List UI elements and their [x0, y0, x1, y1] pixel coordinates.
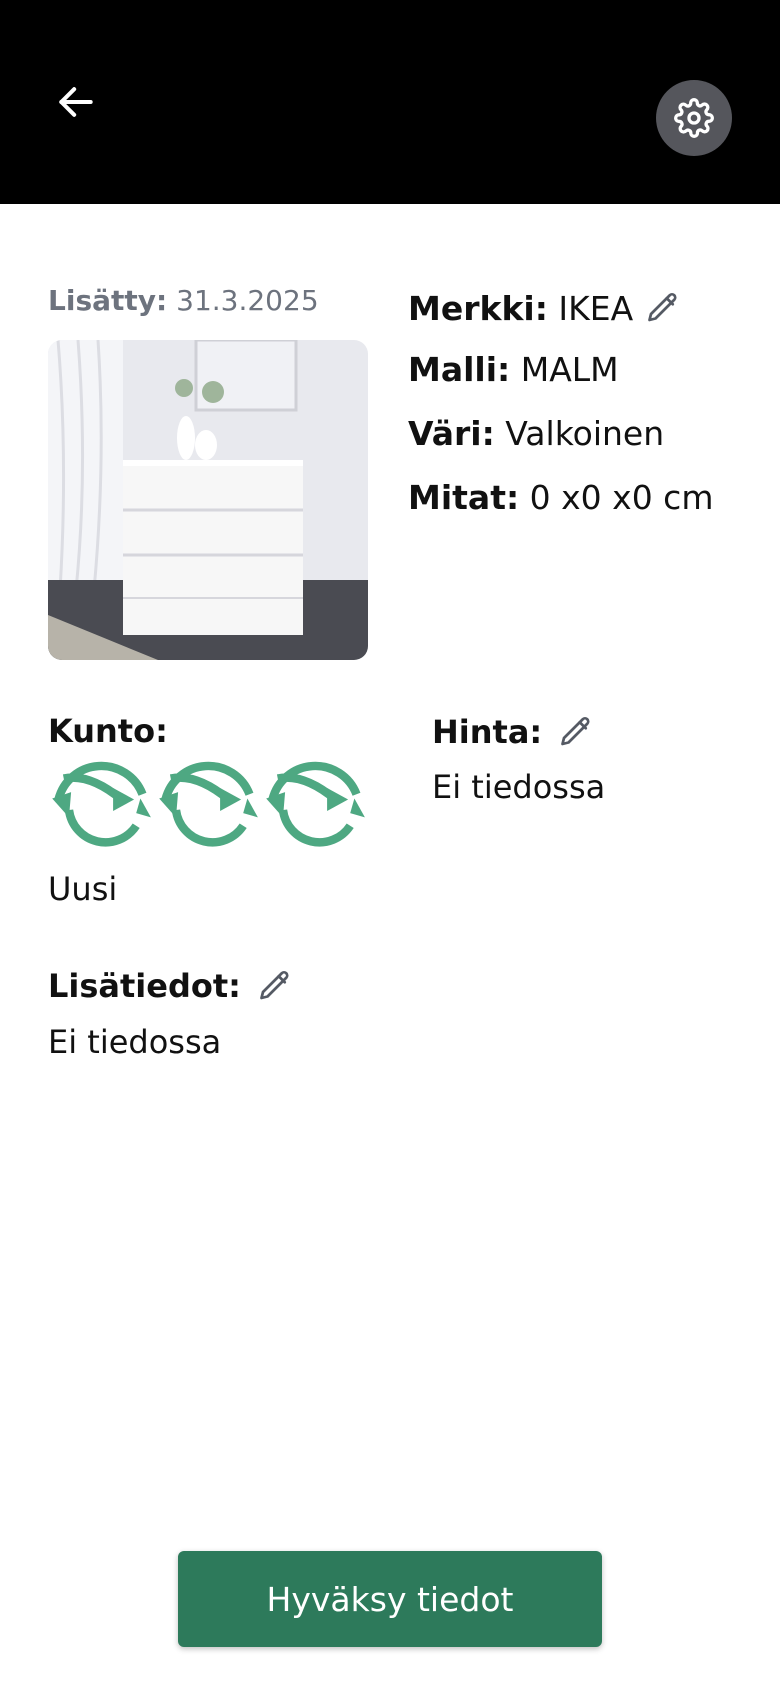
- extra-info-value: Ei tiedossa: [48, 1023, 222, 1061]
- arrow-left-icon: [59, 87, 93, 117]
- pencil-icon: [260, 970, 289, 1000]
- added-label: Lisätty:: [48, 284, 168, 317]
- product-photo: [48, 340, 368, 660]
- settings-button[interactable]: [656, 80, 732, 156]
- color-value: Valkoinen: [505, 414, 665, 453]
- top-bar: [0, 0, 780, 204]
- edit-price-button[interactable]: [556, 712, 596, 752]
- brand-row: Merkki: IKEA: [408, 288, 683, 328]
- edit-extra-info-button[interactable]: [255, 966, 295, 1006]
- model-row: Malli: MALM: [408, 350, 619, 389]
- model-label: Malli:: [408, 350, 511, 389]
- pencil-icon: [648, 292, 677, 322]
- color-label: Väri:: [408, 414, 495, 453]
- brand-value: IKEA: [558, 288, 634, 328]
- model-value: MALM: [520, 350, 619, 389]
- recycle-icon: [159, 761, 258, 847]
- condition-label: Kunto:: [48, 712, 168, 750]
- price-header: Hinta:: [432, 712, 596, 752]
- dimensions-label: Mitat:: [408, 478, 520, 517]
- gear-icon: [674, 98, 714, 138]
- price-label: Hinta:: [432, 713, 543, 751]
- added-date-value: 31.3.2025: [176, 284, 319, 317]
- back-button[interactable]: [50, 76, 102, 128]
- added-date: Lisätty: 31.3.2025: [48, 284, 319, 317]
- brand-label: Merkki:: [408, 288, 548, 328]
- extra-info-header: Lisätiedot:: [48, 966, 295, 1006]
- condition-value: Uusi: [48, 870, 118, 908]
- dimensions-row: Mitat: 0 x0 x0 cm: [408, 478, 713, 517]
- price-value: Ei tiedossa: [432, 768, 606, 806]
- extra-info-label: Lisätiedot:: [48, 967, 241, 1005]
- recycle-icon: [52, 761, 151, 847]
- accept-details-button[interactable]: Hyväksy tiedot: [178, 1551, 602, 1647]
- recycle-icon: [266, 761, 365, 847]
- pencil-icon: [561, 716, 590, 746]
- edit-specs-button[interactable]: [643, 288, 683, 328]
- dimensions-value: 0 x0 x0 cm: [529, 478, 714, 517]
- color-row: Väri: Valkoinen: [408, 414, 664, 453]
- condition-rating: [48, 752, 368, 872]
